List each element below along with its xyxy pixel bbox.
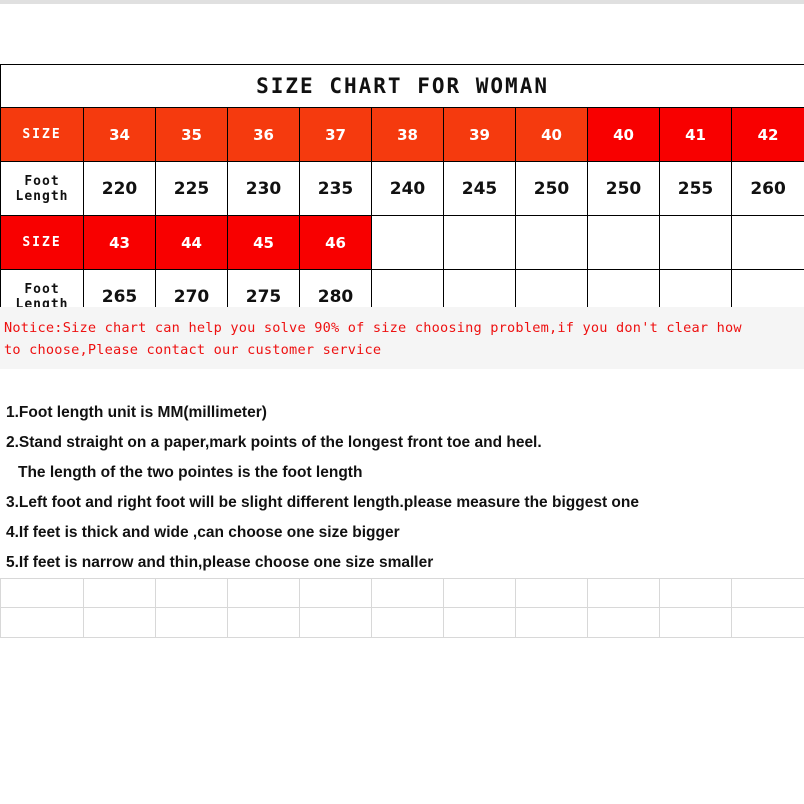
empty-cell xyxy=(443,215,516,270)
size-cell: 38 xyxy=(371,107,444,162)
grid-cell xyxy=(299,578,372,608)
instruction-item: The length of the two pointes is the foo… xyxy=(18,464,363,481)
grid-cell xyxy=(227,578,300,608)
empty-cell xyxy=(587,215,660,270)
size-cell: 44 xyxy=(155,215,228,270)
empty-cell xyxy=(659,215,732,270)
grid-cell xyxy=(731,578,804,608)
notice-line-1: Notice:Size chart can help you solve 90%… xyxy=(4,320,742,336)
foot-length-cell: 245 xyxy=(443,161,516,216)
size-cell: 36 xyxy=(227,107,300,162)
foot-length-cell: 250 xyxy=(587,161,660,216)
instruction-item: 5.If feet is narrow and thin,please choo… xyxy=(6,554,434,571)
instruction-item: 4.If feet is thick and wide ,can choose … xyxy=(6,524,400,541)
size-cell: 40 xyxy=(587,107,660,162)
notice-line-2: to choose,Please contact our customer se… xyxy=(4,342,382,358)
foot-length-cell: 255 xyxy=(659,161,732,216)
grid-cell xyxy=(443,607,516,638)
foot-length-cell: 240 xyxy=(371,161,444,216)
grid-cell xyxy=(227,607,300,638)
instruction-item: 2.Stand straight on a paper,mark points … xyxy=(6,434,542,451)
size-cell: 37 xyxy=(299,107,372,162)
grid-cell xyxy=(515,607,588,638)
size-cell: 43 xyxy=(83,215,156,270)
size-cell: 42 xyxy=(730,107,804,162)
bottom-empty-grid xyxy=(0,578,804,638)
page-title: SIZE CHART FOR WOMAN xyxy=(0,64,804,108)
notice-banner: Notice:Size chart can help you solve 90%… xyxy=(0,307,804,369)
grid-cell xyxy=(515,578,588,608)
size-cell: 35 xyxy=(155,107,228,162)
size-row-label-1: SIZE xyxy=(0,107,84,162)
top-band xyxy=(0,0,804,4)
size-chart-table: SIZE CHART FOR WOMAN SIZE 34 35 36 37 38… xyxy=(0,64,804,324)
size-cell: 46 xyxy=(299,215,372,270)
instructions-list: 1.Foot length unit is MM(millimeter) 2.S… xyxy=(6,398,796,578)
size-chart-table-wrapper: SIZE CHART FOR WOMAN SIZE 34 35 36 37 38… xyxy=(0,64,804,324)
size-cell: 41 xyxy=(659,107,732,162)
size-cell: 34 xyxy=(83,107,156,162)
grid-row xyxy=(0,607,804,638)
size-cell: 45 xyxy=(227,215,300,270)
foot-length-cell: 225 xyxy=(155,161,228,216)
foot-length-cell: 220 xyxy=(83,161,156,216)
size-cell: 39 xyxy=(443,107,516,162)
grid-cell xyxy=(659,607,732,638)
grid-cell xyxy=(0,607,84,638)
grid-cell xyxy=(155,578,228,608)
bottom-empty-grid-wrapper xyxy=(0,578,804,638)
size-chart-page: SIZE CHART FOR WOMAN SIZE 34 35 36 37 38… xyxy=(0,0,804,804)
foot-length-cell: 250 xyxy=(515,161,588,216)
size-cell: 40 xyxy=(515,107,588,162)
empty-cell xyxy=(515,215,588,270)
grid-cell xyxy=(587,607,660,638)
empty-cell xyxy=(730,215,804,270)
size-row-label-2: SIZE xyxy=(0,215,84,270)
foot-length-row-1: Foot Length 220 225 230 235 240 245 250 … xyxy=(0,161,804,216)
grid-cell xyxy=(659,578,732,608)
foot-length-row-label-1: Foot Length xyxy=(0,161,84,216)
grid-cell xyxy=(155,607,228,638)
grid-cell xyxy=(0,578,84,608)
grid-cell xyxy=(587,578,660,608)
grid-cell xyxy=(299,607,372,638)
grid-cell xyxy=(443,578,516,608)
chart-title-row: SIZE CHART FOR WOMAN xyxy=(0,64,804,108)
grid-cell xyxy=(371,578,444,608)
grid-cell xyxy=(83,607,156,638)
foot-length-cell: 260 xyxy=(730,161,804,216)
grid-cell xyxy=(371,607,444,638)
instruction-item: 3.Left foot and right foot will be sligh… xyxy=(6,494,639,511)
instruction-item: 1.Foot length unit is MM(millimeter) xyxy=(6,404,267,421)
foot-length-cell: 230 xyxy=(227,161,300,216)
grid-cell xyxy=(731,607,804,638)
grid-row xyxy=(0,578,804,608)
grid-cell xyxy=(83,578,156,608)
size-header-row-1: SIZE 34 35 36 37 38 39 40 40 41 42 xyxy=(0,107,804,162)
empty-cell xyxy=(371,215,444,270)
size-header-row-2: SIZE 43 44 45 46 xyxy=(0,215,804,270)
foot-length-cell: 235 xyxy=(299,161,372,216)
